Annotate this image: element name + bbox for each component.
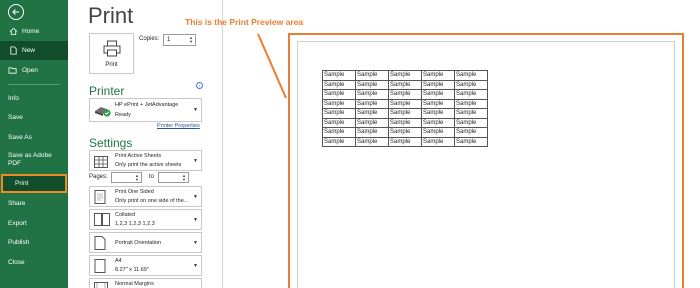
table-cell: Sample bbox=[388, 70, 422, 81]
table-row: Sample Sample Sample Sample Sample bbox=[322, 117, 488, 128]
table-cell: Sample bbox=[454, 127, 488, 138]
table-cell: Sample bbox=[388, 127, 422, 138]
table-cell: Sample bbox=[322, 108, 356, 119]
table-row: Sample Sample Sample Sample Sample bbox=[322, 70, 488, 81]
table-cell: Sample bbox=[322, 136, 356, 147]
table-row: Sample Sample Sample Sample Sample bbox=[322, 127, 488, 138]
table-cell: Sample bbox=[355, 117, 389, 128]
table-cell: Sample bbox=[355, 127, 389, 138]
table-cell: Sample bbox=[322, 117, 356, 128]
table-cell: Sample bbox=[454, 89, 488, 100]
table-row: Sample Sample Sample Sample Sample bbox=[322, 79, 488, 90]
table-cell: Sample bbox=[454, 136, 488, 147]
table-row: Sample Sample Sample Sample Sample bbox=[322, 98, 488, 109]
table-cell: Sample bbox=[388, 98, 422, 109]
table-cell: Sample bbox=[388, 136, 422, 147]
table-cell: Sample bbox=[322, 70, 356, 81]
table-cell: Sample bbox=[322, 79, 356, 90]
table-cell: Sample bbox=[388, 108, 422, 119]
table-cell: Sample bbox=[388, 117, 422, 128]
table-cell: Sample bbox=[421, 98, 455, 109]
table-cell: Sample bbox=[454, 98, 488, 109]
table-row: Sample Sample Sample Sample Sample bbox=[322, 136, 488, 147]
table-cell: Sample bbox=[421, 136, 455, 147]
table-cell: Sample bbox=[355, 70, 389, 81]
table-cell: Sample bbox=[355, 89, 389, 100]
table-cell: Sample bbox=[322, 98, 356, 109]
table-cell: Sample bbox=[322, 127, 356, 138]
table-cell: Sample bbox=[322, 89, 356, 100]
table-row: Sample Sample Sample Sample Sample bbox=[322, 108, 488, 119]
table-cell: Sample bbox=[355, 98, 389, 109]
table-cell: Sample bbox=[421, 108, 455, 119]
table-cell: Sample bbox=[454, 70, 488, 81]
table-cell: Sample bbox=[355, 136, 389, 147]
table-cell: Sample bbox=[454, 117, 488, 128]
table-cell: Sample bbox=[421, 127, 455, 138]
table-row: Sample Sample Sample Sample Sample bbox=[322, 89, 488, 100]
table-cell: Sample bbox=[421, 89, 455, 100]
table-cell: Sample bbox=[454, 79, 488, 90]
table-cell: Sample bbox=[421, 117, 455, 128]
table-cell: Sample bbox=[421, 70, 455, 81]
table-cell: Sample bbox=[355, 108, 389, 119]
table-cell: Sample bbox=[355, 79, 389, 90]
table-cell: Sample bbox=[421, 79, 455, 90]
table-cell: Sample bbox=[388, 79, 422, 90]
table-cell: Sample bbox=[454, 108, 488, 119]
preview-sheet-table: Sample Sample Sample Sample Sample Sample Samp… bbox=[322, 70, 488, 147]
table-cell: Sample bbox=[388, 89, 422, 100]
